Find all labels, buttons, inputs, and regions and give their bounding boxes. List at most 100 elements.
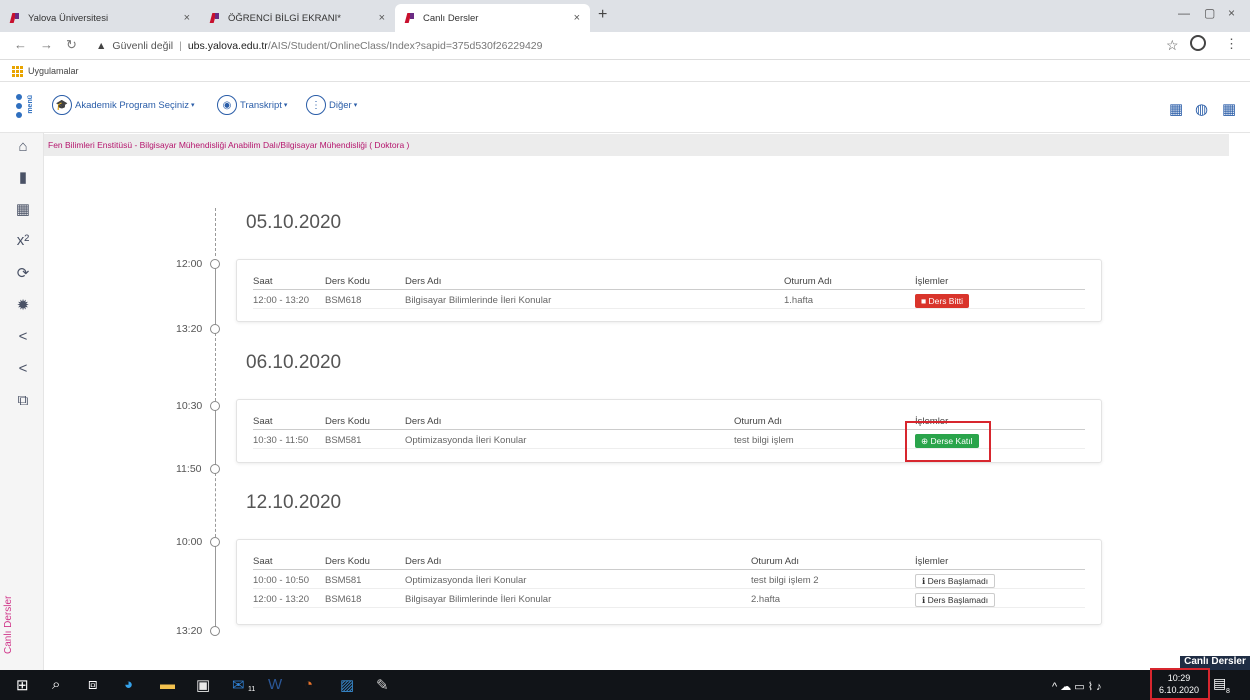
time-label: 12:00 — [176, 258, 203, 270]
url-path: /AIS/Student/OnlineClass/Index?sapid=375… — [267, 40, 543, 52]
cell-saat: 10:00 - 10:50 — [253, 575, 309, 586]
share-icon[interactable]: < — [14, 360, 32, 377]
word-icon[interactable]: W — [268, 676, 282, 693]
header-ad: Ders Adı — [405, 556, 442, 567]
close-window-button[interactable]: × — [1228, 6, 1235, 20]
table-header: Saat Ders Kodu Ders Adı Oturum Adı İşlem… — [253, 274, 1085, 290]
tab-ogrenci[interactable]: ÖĞRENCİ BİLGİ EKRANI* × — [200, 4, 395, 32]
store-icon[interactable]: ▣ — [196, 676, 210, 694]
cell-saat: 12:00 - 13:20 — [253, 295, 309, 306]
forward-arrow-icon[interactable]: → — [40, 37, 53, 52]
notification-icon[interactable]: ▤ — [1213, 675, 1226, 692]
table-header: Saat Ders Kodu Ders Adı Oturum Adı İşlem… — [253, 554, 1085, 570]
table-row: 12:00 - 13:20 BSM618 Bilgisayar Bilimler… — [253, 592, 1085, 608]
timeline-node — [210, 401, 220, 411]
globe-icon[interactable]: ◍ — [1195, 100, 1208, 118]
header-saat: Saat — [253, 276, 273, 287]
header-kod: Ders Kodu — [325, 416, 370, 427]
stop-icon: ■ — [921, 296, 929, 306]
apps-grid-icon[interactable] — [12, 65, 23, 77]
button-label: Ders Başlamadı — [927, 576, 989, 586]
refresh-icon[interactable]: ⟳ — [14, 264, 32, 282]
bookmark-star-icon[interactable]: ☆ — [1166, 37, 1179, 54]
timeline-dashed — [215, 333, 216, 401]
copy-icon[interactable]: ⧉ — [14, 392, 32, 409]
nav-akademik-program[interactable]: 🎓 Akademik Program Seçiniz ▾ — [52, 95, 195, 115]
reload-icon[interactable]: ↻ — [66, 37, 77, 53]
caret-down-icon: ▾ — [191, 102, 195, 109]
windows-start-icon[interactable]: ⊞ — [16, 676, 29, 694]
chrome-icon[interactable]: ◔ — [304, 676, 313, 693]
tooltip-text: Canlı Dersler — [1184, 656, 1246, 667]
new-tab-button[interactable]: + — [598, 6, 607, 24]
warning-icon: ▲ — [96, 40, 107, 52]
nav-diger[interactable]: ⋮ Diğer ▾ — [306, 95, 357, 115]
book-icon[interactable]: ▮ — [14, 168, 32, 186]
tab-canli-dersler[interactable]: Canlı Dersler × — [395, 4, 590, 32]
header-islem: İşlemler — [915, 276, 949, 287]
apps-link[interactable]: Uygulamalar — [28, 66, 79, 76]
system-tray-icons[interactable]: ^ ☁ ▭ ⌇ ♪ — [1052, 680, 1102, 693]
header-islem: İşlemler — [915, 556, 949, 567]
highlight-box — [1150, 668, 1210, 700]
timeline-line — [215, 410, 216, 465]
cell-ad: Bilgisayar Bilimlerinde İleri Konular — [405, 295, 552, 306]
share-icon[interactable]: < — [14, 328, 32, 345]
apps-grid-icon[interactable]: ▦ — [1222, 100, 1236, 118]
superscript-icon[interactable]: x² — [14, 232, 32, 249]
menu-logo-icon[interactable]: menü — [16, 94, 40, 120]
tab-close-icon[interactable]: × — [184, 12, 190, 24]
caret-down-icon: ▾ — [283, 102, 288, 109]
search-icon[interactable]: ⌕ — [52, 676, 60, 693]
ders-baslamadi-button[interactable]: ℹ Ders Başlamadı — [915, 574, 996, 588]
tab-close-icon[interactable]: × — [574, 12, 580, 24]
edge-browser-icon[interactable]: ◕ — [124, 676, 133, 693]
cell-ad: Optimizasyonda İleri Konular — [405, 435, 527, 446]
button-label: Ders Başlamadı — [927, 595, 989, 605]
tab-title: ÖĞRENCİ BİLGİ EKRANI* — [228, 12, 341, 24]
time-label: 13:20 — [176, 323, 203, 335]
timeline-line — [215, 545, 216, 627]
time-label: 10:30 — [176, 400, 203, 412]
ders-bitti-button[interactable]: ■ Ders Bitti — [915, 294, 969, 308]
header-oturum: Oturum Adı — [784, 276, 833, 287]
back-arrow-icon[interactable]: ← — [14, 37, 27, 52]
time-label: 13:20 — [176, 625, 203, 637]
maximize-button[interactable]: ▢ — [1204, 6, 1215, 20]
lesson-card: Saat Ders Kodu Ders Adı Oturum Adı İşlem… — [236, 259, 1102, 322]
menu-logo-text: menü — [27, 95, 34, 114]
timeline-node — [210, 626, 220, 636]
header-kod: Ders Kodu — [325, 276, 370, 287]
task-view-icon[interactable]: ⧈ — [88, 676, 98, 693]
url-separator: | — [179, 40, 182, 52]
url-field[interactable]: ▲ Güvenli değil | ubs.yalova.edu.tr /AIS… — [96, 35, 1156, 57]
highlight-box — [905, 421, 991, 462]
button-label: Ders Bitti — [928, 296, 963, 306]
calendar-icon[interactable]: ▦ — [1169, 100, 1183, 118]
security-label: Güvenli değil — [112, 40, 174, 52]
nav-label: Diğer — [329, 99, 352, 111]
calendar-icon[interactable]: ▦ — [14, 200, 32, 218]
mail-icon[interactable]: ✉ — [232, 676, 245, 694]
paint-icon[interactable]: ✎ — [376, 676, 389, 694]
tab-close-icon[interactable]: × — [379, 12, 385, 24]
gear-icon[interactable]: ✹ — [14, 296, 32, 314]
time-label: 11:50 — [176, 463, 202, 475]
timeline-node — [210, 537, 220, 547]
table-row: 10:00 - 10:50 BSM581 Optimizasyonda İler… — [253, 573, 1085, 589]
account-icon[interactable] — [1190, 35, 1206, 51]
nav-transkript[interactable]: ◉ Transkript ▾ — [217, 95, 287, 115]
header-saat: Saat — [253, 556, 273, 567]
home-icon[interactable]: ⌂ — [14, 138, 32, 155]
table-row: 12:00 - 13:20 BSM618 Bilgisayar Bilimler… — [253, 293, 1085, 309]
photos-icon[interactable]: ▨ — [340, 676, 354, 694]
file-explorer-icon[interactable]: ▬ — [160, 676, 175, 693]
info-icon: ⋮ — [306, 95, 326, 115]
ders-baslamadi-button[interactable]: ℹ Ders Başlamadı — [915, 593, 996, 607]
badge-count: 8 — [1226, 688, 1230, 695]
url-host: ubs.yalova.edu.tr — [187, 40, 268, 52]
tab-yalova[interactable]: Yalova Üniversitesi × — [0, 4, 200, 32]
minimize-button[interactable]: — — [1178, 6, 1190, 20]
menu-kebab-icon[interactable]: ⋮ — [1225, 36, 1238, 52]
breadcrumb-text: Fen Bilimleri Enstitüsü - Bilgisayar Müh… — [48, 140, 410, 150]
